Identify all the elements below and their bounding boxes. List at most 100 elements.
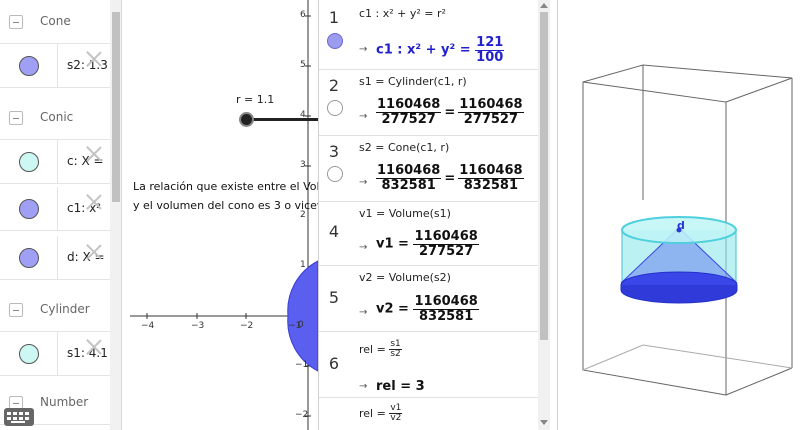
cas-output: v1 = 1160468 277527 xyxy=(376,230,479,258)
y-tick-label: −2 xyxy=(295,410,309,420)
cas-row-6[interactable]: 6 rel = s1 s2 → rel = 3 xyxy=(319,332,538,398)
output-prefix: v2 = xyxy=(376,301,409,317)
cas-input[interactable]: s1 = Cylinder(c1, r) xyxy=(359,75,467,88)
cas-output: c1 : x² + y² = 121 100 xyxy=(376,35,505,65)
y-tick-label: 3 xyxy=(300,160,306,170)
arrow-icon: → xyxy=(359,44,368,55)
close-icon[interactable] xyxy=(86,244,102,260)
cas-row-5[interactable]: 5 v2 = Volume(s2) → v2 = 1160468 832581 xyxy=(319,266,538,332)
graphics-3d-view[interactable]: d xyxy=(559,0,800,430)
arrow-icon: → xyxy=(359,307,368,318)
row-number: 2 xyxy=(328,76,340,95)
collapse-icon[interactable] xyxy=(9,111,23,125)
x-tick-label: −4 xyxy=(141,321,155,331)
scroll-up-icon[interactable] xyxy=(540,3,548,8)
x-tick-label: −2 xyxy=(240,321,254,331)
output-prefix: c1 : x² + y² = xyxy=(376,42,471,58)
group-name: Number xyxy=(40,395,89,409)
cas-row-2[interactable]: 2 s1 = Cylinder(c1, r) → 1160468 277527 = 1… xyxy=(319,70,538,136)
cas-row-7[interactable]: rel = v1 v2 xyxy=(319,398,538,430)
y-tick-label: 5 xyxy=(300,60,306,70)
x-tick-label: −1 xyxy=(288,321,302,331)
fraction: 1160468 832581 xyxy=(458,163,524,193)
row-number: 4 xyxy=(328,222,340,241)
keyboard-icon[interactable] xyxy=(4,408,34,426)
cas-row-1[interactable]: 1 c1 : x² + y² = r² → c1 : x² + y² = 121… xyxy=(319,0,538,70)
close-icon[interactable] xyxy=(86,146,102,162)
circle-c1 xyxy=(287,260,318,372)
visibility-toggle[interactable] xyxy=(19,152,39,172)
group-name: Cone xyxy=(40,14,71,28)
geogebra-app: Cone s2: 1.3 Conic c: X = c1: x² d: X = … xyxy=(0,0,800,430)
row-number: 5 xyxy=(328,288,340,307)
close-icon[interactable] xyxy=(86,339,102,355)
arrow-icon: → xyxy=(359,381,368,392)
scrollbar-thumb[interactable] xyxy=(112,12,120,202)
y-tick-label: 6 xyxy=(300,10,306,20)
cas-row-4[interactable]: 4 v1 = Volume(s1) → v1 = 1160468 277527 xyxy=(319,202,538,266)
cas-row-3[interactable]: 3 s2 = Cone(c1, r) → 1160468 832581 = 11604… xyxy=(319,136,538,202)
cas-output: 1160468 832581 = 1160468 832581 xyxy=(376,163,524,193)
cas-input[interactable]: v2 = Volume(s2) xyxy=(359,271,451,284)
row-number: 6 xyxy=(328,354,340,373)
visibility-toggle[interactable] xyxy=(19,344,39,364)
divider xyxy=(57,140,58,183)
visibility-toggle[interactable] xyxy=(19,248,39,268)
algebra-view: Cone s2: 1.3 Conic c: X = c1: x² d: X = … xyxy=(0,0,122,430)
algebra-scrollbar[interactable] xyxy=(110,0,121,430)
collapse-icon[interactable] xyxy=(9,15,23,29)
arrow-icon: → xyxy=(359,111,368,122)
fraction: s1 s2 xyxy=(389,339,402,360)
visibility-toggle[interactable] xyxy=(327,33,343,49)
slider-track[interactable] xyxy=(246,118,318,121)
close-icon[interactable] xyxy=(86,194,102,210)
cas-input[interactable]: rel = s1 s2 xyxy=(359,339,402,360)
slider-label: r = 1.1 xyxy=(236,93,275,106)
graphics-axes xyxy=(130,0,318,430)
collapse-icon[interactable] xyxy=(9,303,23,317)
3d-scene xyxy=(582,64,793,396)
cas-input[interactable]: s2 = Cone(c1, r) xyxy=(359,141,449,154)
close-icon[interactable] xyxy=(86,51,102,67)
visibility-toggle[interactable] xyxy=(327,166,343,182)
group-header-cylinder[interactable]: Cylinder xyxy=(0,288,110,332)
cas-input[interactable]: c1 : x² + y² = r² xyxy=(359,7,446,20)
fraction: 1160468 832581 xyxy=(413,294,479,324)
arrow-icon: → xyxy=(359,242,368,253)
graphics-view[interactable]: 6 5 4 3 2 1 0 −1 −2 −4 −3 −2 −1 r = 1.1 … xyxy=(130,0,318,430)
group-name: Cylinder xyxy=(40,302,90,316)
fraction: 1160468 277527 xyxy=(413,229,479,259)
group-header-conic[interactable]: Conic xyxy=(0,96,110,140)
row-number: 3 xyxy=(328,142,340,161)
scroll-down-icon[interactable] xyxy=(540,420,548,425)
cas-input[interactable]: v1 = Volume(s1) xyxy=(359,207,451,220)
cas-output: rel = 3 xyxy=(376,379,425,394)
visibility-toggle[interactable] xyxy=(19,56,39,76)
group-header-cone[interactable]: Cone xyxy=(0,0,110,44)
cas-output: v2 = 1160468 832581 xyxy=(376,295,479,323)
y-tick-label: −1 xyxy=(295,360,309,370)
cas-output: 1160468 277527 = 1160468 277527 xyxy=(376,97,524,127)
cas-view: 1 c1 : x² + y² = r² → c1 : x² + y² = 121… xyxy=(318,0,558,430)
fraction: 121 100 xyxy=(475,35,505,65)
point-label: d xyxy=(677,219,685,232)
visibility-toggle[interactable] xyxy=(19,199,39,219)
group-name: Conic xyxy=(40,110,74,124)
visibility-toggle[interactable] xyxy=(327,100,343,116)
description-text: La relación que existe entre el Vol xyxy=(133,180,318,193)
fraction: 1160468 277527 xyxy=(458,97,524,127)
cas-input[interactable]: rel = v1 v2 xyxy=(359,403,403,424)
fraction: 1160468 277527 xyxy=(376,97,442,127)
fraction: 1160468 832581 xyxy=(376,163,442,193)
slider-handle[interactable] xyxy=(239,112,254,127)
scrollbar-thumb[interactable] xyxy=(540,12,548,340)
fraction: v1 v2 xyxy=(389,403,403,424)
cas-scrollbar[interactable] xyxy=(538,0,550,430)
description-text: y el volumen del cono es 3 o vicev xyxy=(133,199,318,212)
y-tick-label: 1 xyxy=(300,260,306,270)
divider xyxy=(57,187,58,230)
divider xyxy=(57,44,58,87)
divider xyxy=(57,236,58,279)
arrow-icon: → xyxy=(359,177,368,188)
x-tick-label: −3 xyxy=(191,321,205,331)
